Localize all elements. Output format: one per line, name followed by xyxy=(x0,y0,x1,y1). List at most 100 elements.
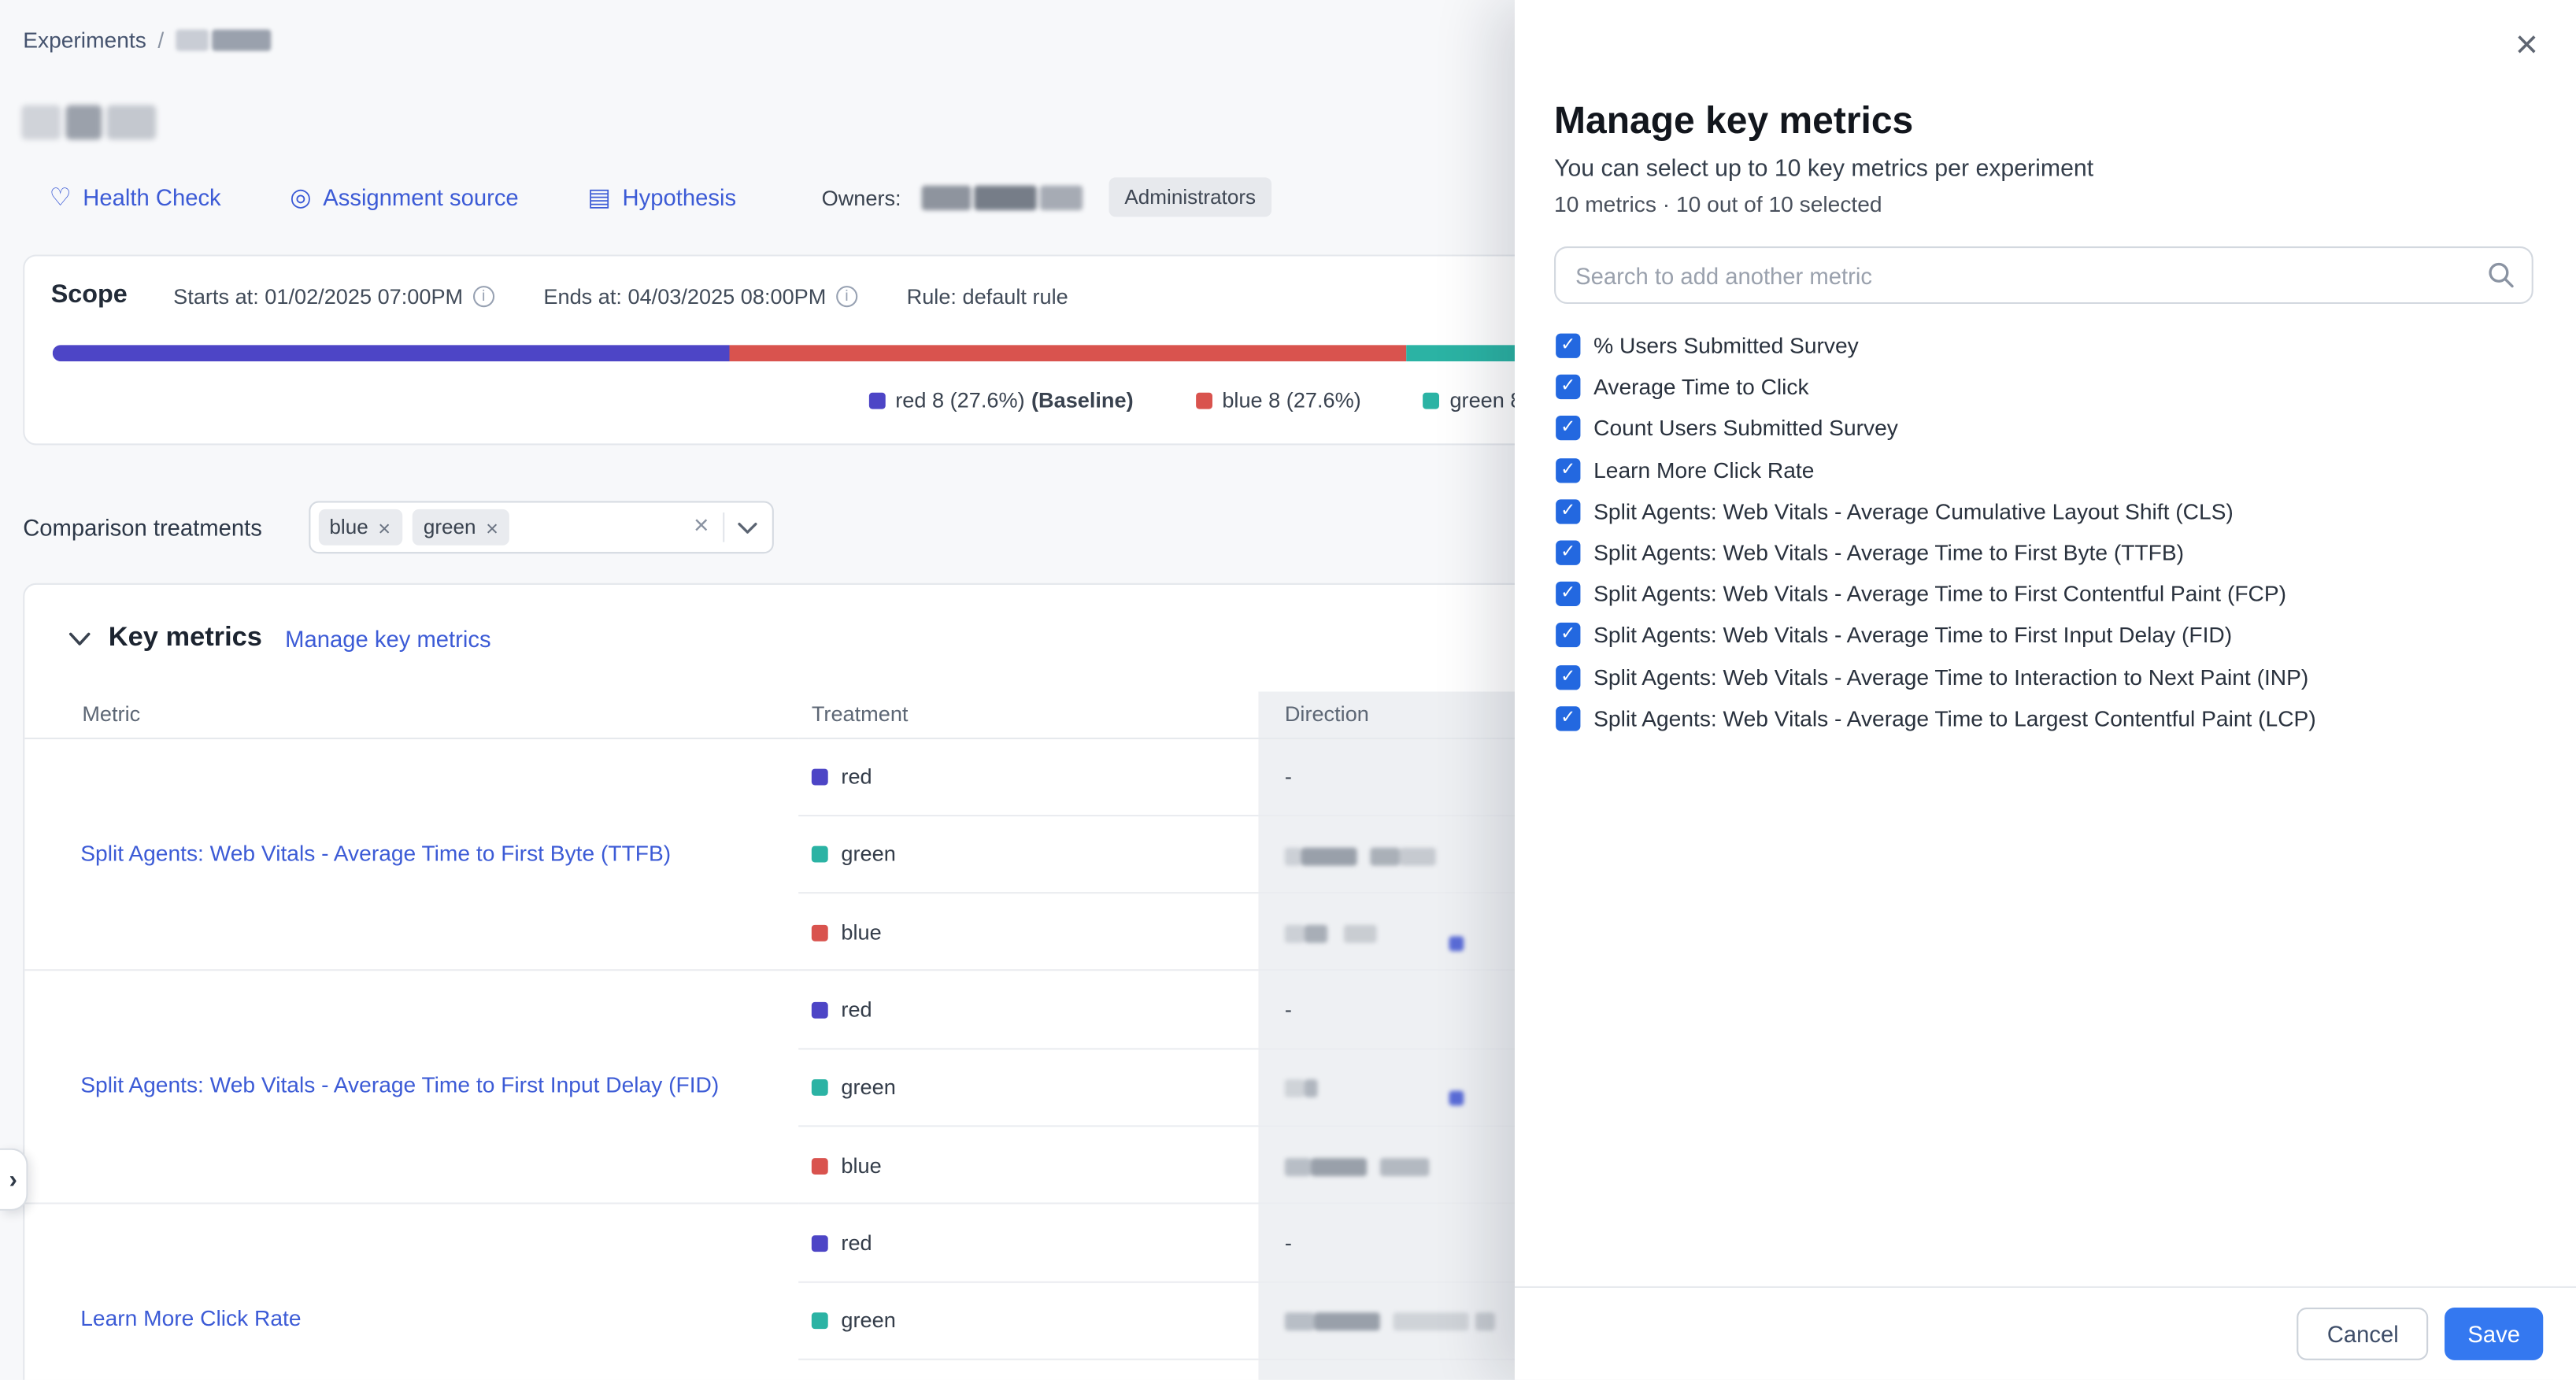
manage-key-metrics-link[interactable]: Manage key metrics xyxy=(285,625,490,651)
nav-item-label: Health Check xyxy=(83,184,220,210)
remove-chip-icon[interactable]: × xyxy=(486,516,498,538)
metric-checkbox-checked[interactable]: ✓ xyxy=(1556,334,1580,358)
metric-option[interactable]: ✓ Learn More Click Rate xyxy=(1556,450,2543,491)
metric-option-label: Split Agents: Web Vitals - Average Time … xyxy=(1593,706,2316,731)
legend-swatch xyxy=(1196,392,1212,409)
save-button[interactable]: Save xyxy=(2445,1308,2543,1360)
metric-search-input[interactable] xyxy=(1554,246,2533,304)
starts-at: Starts at: 01/02/2025 07:00PM i xyxy=(173,283,494,308)
allocation-segment-red xyxy=(53,345,730,361)
metric-option-label: Learn More Click Rate xyxy=(1593,457,1814,482)
info-icon[interactable]: i xyxy=(473,285,494,306)
column-header-metric: Metric xyxy=(24,692,798,738)
treatment-chip-blue[interactable]: blue× xyxy=(318,509,402,546)
metric-checkbox-checked[interactable]: ✓ xyxy=(1556,499,1580,524)
treatment-cell: green xyxy=(798,1049,1258,1127)
metric-checkbox-checked[interactable]: ✓ xyxy=(1556,541,1580,565)
comparison-treatments-select[interactable]: blue× green × × xyxy=(308,501,773,553)
metric-option[interactable]: ✓Split Agents: Web Vitals - Average Time… xyxy=(1556,615,2543,657)
drawer-title: Manage key metrics xyxy=(1554,98,1913,142)
scope-title: Scope xyxy=(51,281,128,311)
direction-value: - xyxy=(1285,1230,1292,1255)
document-icon: ▤ xyxy=(587,185,611,209)
metric-option-label: Split Agents: Web Vitals - Average Cumul… xyxy=(1593,499,2234,524)
remove-chip-icon[interactable]: × xyxy=(378,516,390,538)
treatment-swatch xyxy=(812,1080,828,1097)
metric-option[interactable]: ✓Split Agents: Web Vitals - Average Time… xyxy=(1556,574,2543,616)
treatment-swatch xyxy=(812,769,828,786)
nav-item-health-check[interactable]: ♡ Health Check xyxy=(50,184,221,210)
metric-option[interactable]: ✓ % Users Submitted Survey xyxy=(1556,325,2543,367)
treatment-chip-green[interactable]: green × xyxy=(412,509,509,546)
metric-checkbox-checked[interactable]: ✓ xyxy=(1556,416,1580,441)
drawer-subtitle: You can select up to 10 key metrics per … xyxy=(1554,156,2093,182)
metric-checkbox-checked[interactable]: ✓ xyxy=(1556,706,1580,731)
metric-checkbox-checked[interactable]: ✓ xyxy=(1556,457,1580,482)
heart-icon: ♡ xyxy=(50,185,72,209)
owners-label: Owners: xyxy=(822,185,901,209)
manage-key-metrics-drawer: × Manage key metrics You can select up t… xyxy=(1515,0,2576,1380)
treatment-name: blue xyxy=(841,919,881,944)
metric-option[interactable]: ✓ Split Agents: Web Vitals - Average Time… xyxy=(1556,532,2543,574)
legend-item: red 8 (27.6%)(Baseline) xyxy=(869,387,1134,412)
metric-link[interactable]: Split Agents: Web Vitals - Average Time … xyxy=(80,840,671,864)
metric-link[interactable]: Learn More Click Rate xyxy=(80,1307,301,1331)
metric-cell: Split Agents: Web Vitals - Average Time … xyxy=(24,971,798,1204)
metric-option-label: Split Agents: Web Vitals - Average Time … xyxy=(1593,664,2308,689)
metric-option[interactable]: ✓Average Time to Click xyxy=(1556,367,2543,409)
nav-item-hypothesis[interactable]: ▤ Hypothesis xyxy=(587,184,736,210)
close-icon[interactable]: × xyxy=(2515,26,2538,65)
metric-checkbox-checked[interactable]: ✓ xyxy=(1556,623,1580,648)
treatment-cell: red xyxy=(798,971,1258,1049)
info-icon[interactable]: i xyxy=(836,285,857,306)
metric-option-label: % Users Submitted Survey xyxy=(1593,334,1859,358)
metrics-count-summary: 10 metrics · 10 out of 10 selected xyxy=(1554,192,1882,216)
collapse-chevron-icon[interactable] xyxy=(69,631,91,645)
treatment-name: red xyxy=(841,764,872,789)
search-icon xyxy=(2487,261,2515,289)
direction-value: - xyxy=(1285,997,1292,1022)
metric-option[interactable]: ✓ Split Agents: Web Vitals - Average Cumu… xyxy=(1556,490,2543,532)
treatment-cell: blue xyxy=(798,1360,1258,1380)
ends-at: Ends at: 04/03/2025 08:00PMi xyxy=(543,283,857,308)
metric-option[interactable]: ✓ Split Agents: Web Vitals - Average Time… xyxy=(1556,657,2543,698)
allocation-legend: red 8 (27.6%)(Baseline)blue 8 (27.6%)gre… xyxy=(869,387,1603,412)
clear-selection-icon[interactable]: × xyxy=(694,514,709,540)
nav-item-label: Hypothesis xyxy=(623,184,737,210)
metric-option-label: Count Users Submitted Survey xyxy=(1593,416,1898,441)
nav-item-assignment-source[interactable]: ◎Assignment source xyxy=(290,184,518,210)
metric-link[interactable]: Split Agents: Web Vitals - Average Time … xyxy=(80,1073,719,1097)
metric-cell: Split Agents: Web Vitals - Average Time … xyxy=(24,738,798,971)
legend-swatch xyxy=(1423,392,1440,409)
target-icon: ◎ xyxy=(290,185,311,209)
starts-at-label: Starts at: 01/02/2025 07:00PM xyxy=(173,283,463,308)
drawer-footer: Cancel Save xyxy=(1515,1286,2576,1380)
redacted-direction-value xyxy=(1285,842,1436,866)
treatment-swatch xyxy=(812,1313,828,1330)
redacted-page-title xyxy=(21,105,156,140)
metric-option[interactable]: ✓ Split Agents: Web Vitals - Average Time… xyxy=(1556,697,2543,739)
treatment-swatch xyxy=(812,1157,828,1174)
chevron-right-icon: › xyxy=(9,1166,17,1193)
expand-panel-handle[interactable]: › xyxy=(0,1149,28,1211)
redacted-direction-value xyxy=(1285,919,1464,944)
metric-checkbox-checked[interactable]: ✓ xyxy=(1556,582,1580,606)
metric-checkbox-checked[interactable]: ✓ xyxy=(1556,664,1580,689)
cancel-button[interactable]: Cancel xyxy=(2297,1308,2428,1360)
treatment-name: blue xyxy=(841,1152,881,1177)
comparison-treatments-row: Comparison treatments blue× green × × xyxy=(23,501,773,553)
breadcrumb-experiments-link[interactable]: Experiments xyxy=(23,28,146,52)
metric-option[interactable]: ✓ Count Users Submitted Survey xyxy=(1556,408,2543,450)
legend-baseline-label: (Baseline) xyxy=(1031,387,1134,412)
treatment-cell: red xyxy=(798,1204,1258,1282)
metric-cell: Learn More Click Rate xyxy=(24,1204,798,1380)
metric-search xyxy=(1554,246,2533,304)
redacted-direction-value xyxy=(1285,1308,1495,1332)
rule-label: Rule: default rule xyxy=(907,283,1068,308)
metric-option-label: Split Agents: Web Vitals - Average Time … xyxy=(1593,541,2184,565)
comparison-treatments-label: Comparison treatments xyxy=(23,514,262,540)
legend-label: blue 8 (27.6%) xyxy=(1222,387,1360,412)
select-divider xyxy=(722,512,724,542)
chip-label: green xyxy=(424,516,476,538)
metric-checkbox-checked[interactable]: ✓ xyxy=(1556,375,1580,399)
